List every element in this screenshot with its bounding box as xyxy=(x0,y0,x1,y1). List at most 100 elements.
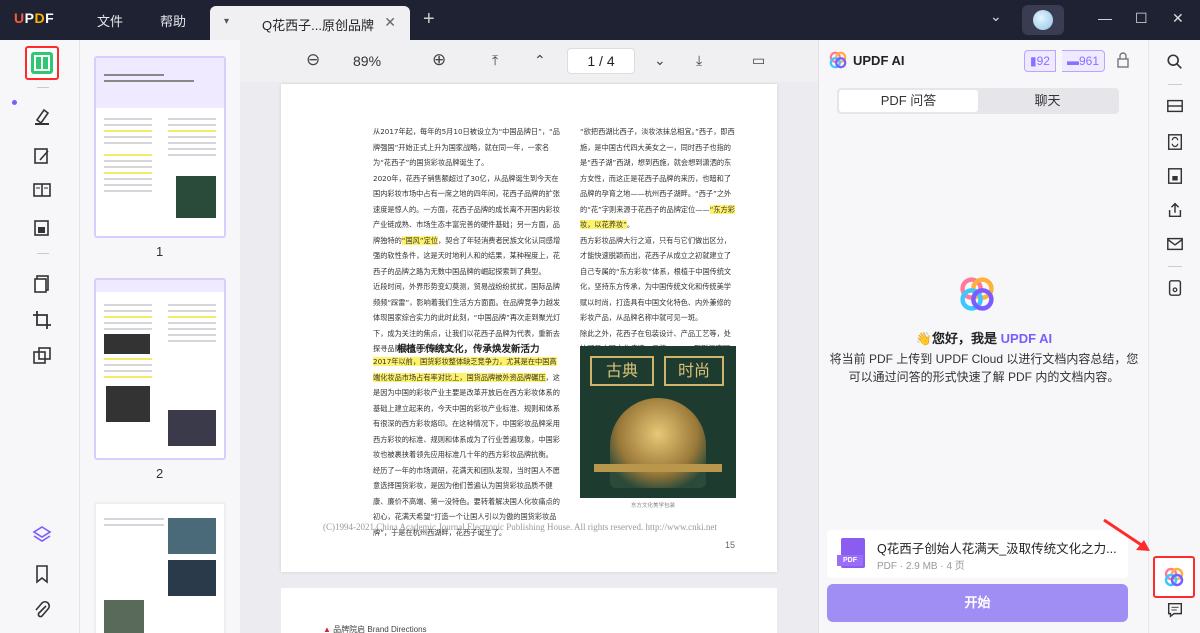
layers-icon xyxy=(33,347,51,364)
page-thumbnail-2[interactable] xyxy=(94,278,226,460)
lock-icon[interactable] xyxy=(1116,52,1130,68)
left-toolbar xyxy=(0,40,80,633)
pdf-file-icon: PDF xyxy=(837,538,865,568)
ai-panel: UPDF AI ▮92 ▬961 PDF 问答 聊天 👋您好，我是 UPDF A… xyxy=(818,40,1148,633)
image-caption: 东方文化美学包装 xyxy=(631,503,676,509)
first-page-button[interactable]: ⤒ xyxy=(492,52,498,69)
prev-page-button[interactable]: ⌃ xyxy=(534,52,546,69)
minimize-button[interactable]: — xyxy=(1098,10,1112,26)
separator xyxy=(37,87,49,88)
column-left-text-2: 2017年以前，国货彩妆整体缺乏竞争力，尤其是在中国高端化妆品市场占有率对比上，… xyxy=(373,357,560,537)
file-card[interactable]: PDF Q花西子创始人花满天_汲取传统文化之力... PDF · 2.9 MB … xyxy=(827,530,1128,578)
new-tab-button[interactable]: + xyxy=(423,8,435,31)
ai-greeting: 👋您好，我是 UPDF AI xyxy=(915,331,1053,346)
search-icon xyxy=(1167,54,1182,69)
protect-doc-icon xyxy=(1167,168,1183,184)
present-button[interactable]: ▭ xyxy=(752,52,765,69)
updf-ai-logo-icon xyxy=(829,51,847,69)
paperclip-icon xyxy=(35,600,51,618)
total-pages: 4 xyxy=(606,53,615,69)
app-logo: UPDF xyxy=(14,10,55,26)
thumbnail-panel: 1 2 xyxy=(80,40,240,633)
ai-mode-tabs: PDF 问答 聊天 xyxy=(837,88,1119,114)
chat-credits-badge: ▬961 xyxy=(1062,50,1106,72)
poster-text-left: 古典 xyxy=(590,356,654,386)
window-dropdown-icon[interactable]: ⌄ xyxy=(990,8,1002,25)
attachment-button[interactable] xyxy=(30,598,54,622)
maximize-button[interactable]: ☐ xyxy=(1135,10,1148,27)
marker-icon xyxy=(35,108,50,125)
save-button[interactable] xyxy=(1165,278,1185,298)
bookmark-button[interactable] xyxy=(30,562,54,586)
next-page-button[interactable]: ⌄ xyxy=(654,52,666,69)
file-name: Q花西子创始人花满天_汲取传统文化之力... xyxy=(877,542,1117,556)
title-bar: UPDF 文件 帮助 ▾ Q花西子...原创品牌 ✕ + ⌄ — ☐ ✕ xyxy=(0,0,1200,40)
convert-tool-button[interactable] xyxy=(30,344,54,368)
share-icon xyxy=(1168,202,1182,218)
indicator-dot xyxy=(12,100,17,105)
menu-help[interactable]: 帮助 xyxy=(160,11,186,30)
article-image: 古典 时尚 xyxy=(580,346,736,498)
book-open-icon xyxy=(33,183,51,197)
convert-button[interactable] xyxy=(1165,132,1185,152)
tab-dropdown-icon[interactable]: ▾ xyxy=(224,16,229,27)
page-thumbnail-3[interactable] xyxy=(94,502,226,633)
crop-icon xyxy=(33,311,51,329)
page-thumbnail-1[interactable] xyxy=(94,56,226,238)
document-toolbar: ⊖ 89% ⊕ ⤒ ⌃ 1 / 4 ⌄ ⤓ ▭ xyxy=(240,40,818,82)
crop-tool-button[interactable] xyxy=(30,308,54,332)
tab-pdf-qa[interactable]: PDF 问答 xyxy=(839,90,978,112)
page-footer: (C)1994-2021 China Academic Journal Elec… xyxy=(323,522,717,532)
layers-button[interactable] xyxy=(30,522,54,546)
page-header: ▲ 品牌院启 Brand Directions xyxy=(323,625,427,633)
last-page-button[interactable]: ⤓ xyxy=(696,52,702,69)
separator xyxy=(37,253,49,254)
form-tool-button[interactable] xyxy=(30,216,54,240)
tab-close-icon[interactable]: ✕ xyxy=(384,14,396,31)
ocr-button[interactable] xyxy=(1165,96,1185,116)
page-view-button[interactable] xyxy=(30,178,54,202)
user-avatar[interactable] xyxy=(1022,5,1064,35)
page-number-field[interactable]: 1 / 4 xyxy=(567,48,635,74)
ocr-icon xyxy=(1167,99,1183,113)
pdf-page-2: ▲ 品牌院启 Brand Directions xyxy=(281,588,777,633)
zoom-in-button[interactable]: ⊕ xyxy=(432,50,446,70)
organize-pages-button[interactable] xyxy=(30,272,54,296)
pdf-page: 从2017年起，每年的5月10日被设立为“中国品牌日”，“品牌强国”开始正式上升… xyxy=(281,84,777,572)
highlight-tool-button[interactable] xyxy=(30,104,54,128)
email-button[interactable] xyxy=(1165,234,1185,254)
column-right-text: “欲把西湖比西子，淡妆浓抹总相宜。”西子，即西施，是中国古代四大美女之一，同时西… xyxy=(580,127,735,369)
reader-mode-button[interactable] xyxy=(25,46,59,80)
protect-button[interactable] xyxy=(1165,166,1185,186)
current-page[interactable]: 1 xyxy=(587,53,595,69)
start-button[interactable]: 开始 xyxy=(827,584,1128,622)
edit-text-icon xyxy=(34,148,49,164)
share-button[interactable] xyxy=(1165,200,1185,220)
menu-file[interactable]: 文件 xyxy=(97,11,123,30)
mail-icon xyxy=(1167,237,1183,251)
save-icon xyxy=(1168,280,1182,296)
zoom-out-button[interactable]: ⊖ xyxy=(306,50,320,70)
comment-icon xyxy=(1167,602,1183,618)
document-tab[interactable]: ▾ Q花西子...原创品牌 ✕ xyxy=(210,6,410,40)
zoom-level[interactable]: 89% xyxy=(353,53,381,69)
comments-button[interactable] xyxy=(1165,600,1185,620)
edit-tool-button[interactable] xyxy=(30,144,54,168)
book-icon xyxy=(31,52,53,74)
pages-icon xyxy=(34,275,49,293)
updf-ai-large-icon xyxy=(960,277,994,311)
page-number: 15 xyxy=(725,540,736,550)
file-meta: PDF · 2.9 MB · 4 页 xyxy=(877,561,965,572)
tab-chat[interactable]: 聊天 xyxy=(978,90,1117,112)
stack-icon xyxy=(32,526,52,542)
form-icon xyxy=(34,220,49,236)
document-view[interactable]: 从2017年起，每年的5月10日被设立为“中国品牌日”，“品牌强国”开始正式上升… xyxy=(240,82,818,633)
ai-panel-title: UPDF AI xyxy=(853,53,905,68)
tab-title: Q花西子...原创品牌 xyxy=(262,18,374,33)
section-heading: 根植于传统文化，传承焕发新活力 xyxy=(397,344,540,355)
bookmark-icon xyxy=(36,565,48,584)
poster-text-right: 时尚 xyxy=(664,356,724,386)
search-button[interactable] xyxy=(1165,52,1185,72)
close-window-button[interactable]: ✕ xyxy=(1172,10,1184,27)
page-thumbnail-label: 1 xyxy=(156,244,164,259)
